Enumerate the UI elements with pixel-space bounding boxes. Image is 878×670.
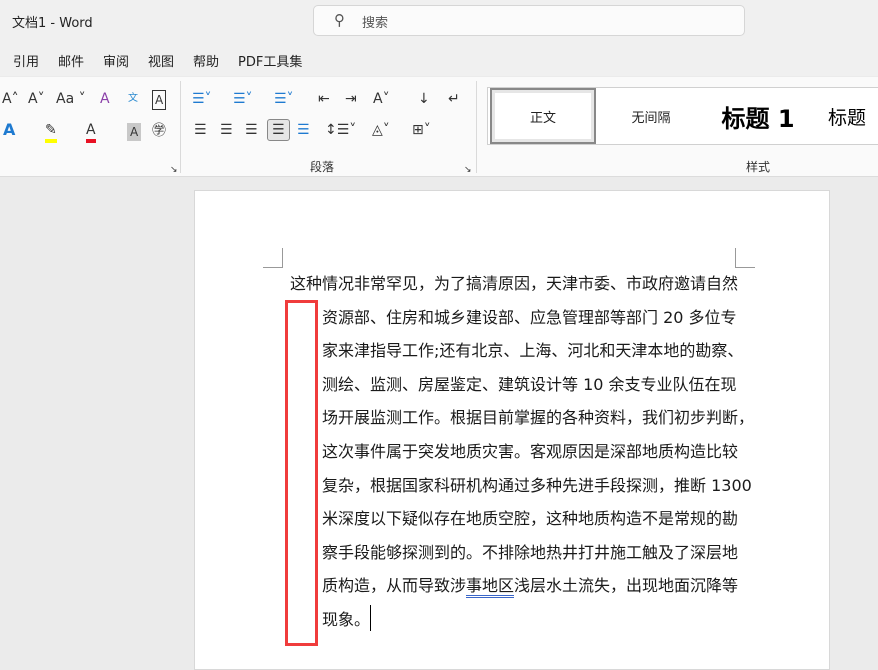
menu-review[interactable]: 审阅	[103, 51, 129, 70]
line-spacing-icon[interactable]: ↕☰˅	[325, 121, 356, 139]
doc-line: 质构造，从而导致涉事地区浅层水土流失，出现地面沉降等	[322, 576, 739, 598]
crop-mark-left	[263, 248, 283, 268]
text-cursor	[370, 605, 371, 631]
menu-view[interactable]: 视图	[148, 51, 174, 70]
text-effects-icon[interactable]: A	[3, 121, 15, 139]
window-title: 文档1 - Word	[12, 16, 93, 31]
search-placeholder: 搜索	[362, 16, 389, 31]
doc-line: 测绘、监测、房屋鉴定、建筑设计等 10 余支专业队伍在现	[322, 375, 737, 394]
font-color-icon[interactable]: A	[86, 121, 96, 143]
multilevel-list-icon[interactable]: ☰˅	[274, 90, 294, 108]
bullets-icon[interactable]: ☰˅	[192, 90, 212, 108]
menu-help[interactable]: 帮助	[193, 51, 219, 70]
align-right-icon[interactable]: ☰	[245, 121, 258, 139]
style-heading-2[interactable]: 标题	[828, 88, 878, 144]
distributed-icon[interactable]: ☰	[297, 121, 310, 139]
style-normal[interactable]: 正文	[490, 88, 596, 144]
highlight-icon[interactable]: ✎	[45, 121, 57, 143]
title-bar: 文档1 - Word ⚲ 搜索	[0, 0, 878, 42]
doc-text: 质构造，从而导致涉	[322, 576, 467, 595]
grammar-underline-text[interactable]: 事地区	[466, 576, 515, 598]
enclose-char-icon[interactable]: ㊫	[152, 122, 166, 140]
shading-icon[interactable]: ◬˅	[372, 121, 390, 139]
clear-format-icon[interactable]: A	[100, 90, 110, 108]
crop-mark-right	[735, 248, 755, 268]
doc-text: 浅层水土流失，出现地面沉降等	[514, 576, 739, 595]
grow-font-icon[interactable]: A˄	[2, 90, 19, 108]
phonetic-guide-icon[interactable]: 文	[128, 90, 138, 108]
doc-line: 察手段能够探测到的。不排除地热井打井施工触及了深层地	[322, 543, 739, 562]
doc-line: 米深度以下疑似存在地质空腔，这种地质构造不是常规的勘	[322, 509, 739, 528]
doc-line: 资源部、住房和城乡建设部、应急管理部等部门 20 多位专	[322, 308, 737, 327]
doc-line: 现象。	[322, 610, 371, 629]
menu-mailings[interactable]: 邮件	[58, 51, 84, 70]
search-box[interactable]: ⚲ 搜索	[313, 5, 745, 36]
show-marks-icon[interactable]: ↵	[448, 90, 460, 108]
shrink-font-icon[interactable]: A˅	[28, 90, 45, 108]
style-no-spacing[interactable]: 无间隔	[598, 88, 704, 144]
increase-indent-icon[interactable]: ⇥	[345, 90, 357, 108]
doc-line: 家来津指导工作;还有北京、上海、河北和天津本地的勘察、	[322, 341, 744, 360]
highlight-box	[285, 300, 318, 646]
font-dialog-launcher-icon[interactable]: ↘	[170, 161, 178, 179]
align-center-icon[interactable]: ☰	[220, 121, 233, 139]
doc-line: 复杂，根据国家科研机构通过多种先进手段探测，推断 1300	[322, 476, 752, 495]
ribbon: A˄ A˅ Aa ˅ A 文 A A ✎ A A ㊫ ↘ ☰˅ ☰˅ ☰˅ ⇤ …	[0, 77, 878, 177]
menu-bar: 引用 邮件 审阅 视图 帮助 PDF工具集	[0, 42, 878, 76]
numbering-icon[interactable]: ☰˅	[233, 90, 253, 108]
doc-line: 这种情况非常罕见，为了搞清原因，天津市委、市政府邀请自然	[290, 274, 739, 293]
asian-layout-icon[interactable]: A˅	[373, 90, 390, 108]
paragraph-dialog-launcher-icon[interactable]: ↘	[464, 161, 472, 179]
align-left-icon[interactable]: ☰	[194, 121, 207, 139]
styles-gallery: 正文 无间隔 标题 1 标题	[487, 87, 878, 145]
justify-icon[interactable]: ☰	[267, 119, 290, 141]
doc-line: 这次事件属于突发地质灾害。客观原因是深部地质构造比较	[322, 442, 739, 461]
char-border-icon[interactable]: A	[152, 90, 167, 110]
borders-icon[interactable]: ⊞˅	[412, 121, 431, 139]
sort-icon[interactable]: ↓	[418, 90, 430, 108]
paragraph-group-label: 段落	[310, 160, 335, 174]
search-icon: ⚲	[334, 11, 345, 29]
change-case-icon[interactable]: Aa ˅	[56, 90, 86, 108]
menu-pdf-tools[interactable]: PDF工具集	[238, 51, 302, 70]
decrease-indent-icon[interactable]: ⇤	[318, 90, 330, 108]
styles-group-label: 样式	[746, 160, 771, 174]
style-heading-1[interactable]: 标题 1	[708, 88, 808, 144]
char-shading-icon[interactable]: A	[127, 123, 142, 141]
menu-references[interactable]: 引用	[13, 51, 39, 70]
doc-line: 场开展监测工作。根据目前掌握的各种资料，我们初步判断，	[322, 408, 755, 427]
